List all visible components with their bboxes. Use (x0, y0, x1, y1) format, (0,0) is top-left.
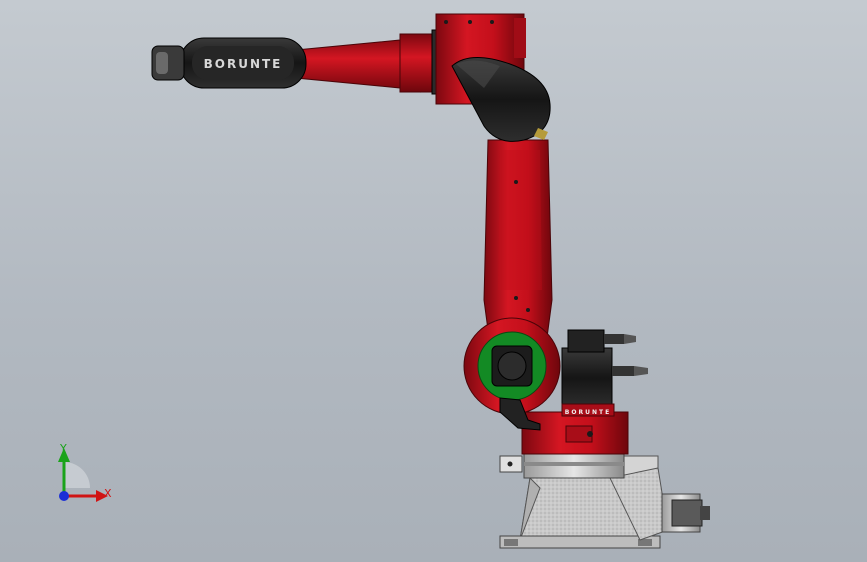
arm-brand-label: BORUNTE (204, 57, 283, 71)
base-motor[interactable]: BORUNTE (561, 329, 648, 417)
axis-triad: Y X (58, 442, 112, 502)
wrist-housing[interactable]: BORUNTE (179, 37, 307, 89)
robot-arm-model[interactable]: BORUNTE BORUNTE Y X (0, 0, 867, 562)
turntable[interactable] (521, 411, 629, 479)
cad-viewport[interactable]: BORUNTE BORUNTE Y X (0, 0, 867, 562)
y-axis-label: Y (59, 442, 67, 455)
tool-flange[interactable] (151, 45, 185, 81)
z-axis-marker (59, 491, 69, 501)
x-axis-label: X (104, 487, 112, 500)
base-brand-label: BORUNTE (565, 409, 611, 416)
